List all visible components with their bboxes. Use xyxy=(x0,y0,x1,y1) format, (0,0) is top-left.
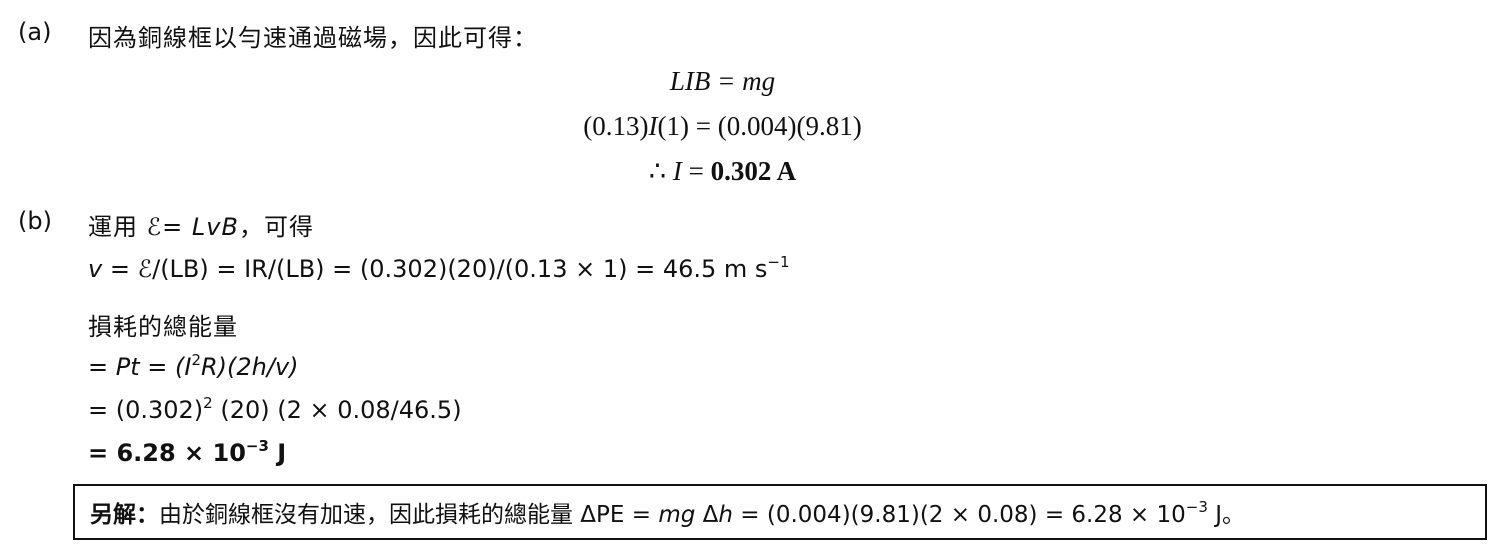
equation-line-2: (0.13)I(1) = (0.004)(9.81) xyxy=(0,111,1445,142)
alt-solution-text: 另解：由於銅線框沒有加速，因此損耗的總能量 ΔPE = mg Δh = (0.0… xyxy=(90,495,1245,529)
alt-delta: Δ xyxy=(695,502,719,528)
equation-3-eq: = xyxy=(688,156,704,186)
alt-mg: mg xyxy=(658,502,696,528)
step2-rest: (20) (2 × 0.08/46.5) xyxy=(212,396,462,424)
part-b-intro: 運用 ℰ= LvB，可得 xyxy=(88,207,314,242)
part-a-intro: 因為銅線框以勻速通過磁場，因此可得： xyxy=(88,24,538,52)
step2-prefix: = (0.302) xyxy=(88,396,204,424)
velocity-line: v = ℰ/(LB) = IR/(LB) = (0.302)(20)/(0.13… xyxy=(88,253,790,284)
velocity-var: v xyxy=(88,255,103,283)
alt-exponent: −3 xyxy=(1185,498,1208,516)
velocity-unit-exponent: −1 xyxy=(767,253,790,271)
emf-formula: ℰ= LvB xyxy=(146,213,239,241)
alt-before: 由於銅線框沒有加速，因此損耗的總能量 ΔPE = xyxy=(159,502,659,528)
energy-heading: 損耗的總能量 xyxy=(88,313,238,341)
alt-end: J。 xyxy=(1207,502,1246,528)
alt-solution-label: 另解： xyxy=(90,502,159,528)
step3-unit: J xyxy=(268,439,287,467)
equation-3-var: I xyxy=(672,156,682,186)
equation-2-right: (1) = (0.004)(9.81) xyxy=(657,111,862,141)
intro-suffix: ，可得 xyxy=(238,213,314,241)
step2-exponent: 2 xyxy=(203,394,213,412)
step1-formula: Pt = (I xyxy=(115,353,192,381)
part-a-label: (a) xyxy=(18,18,52,46)
energy-result: = 6.28 × 10−3 J xyxy=(88,437,287,468)
part-b-label: (b) xyxy=(18,207,52,235)
step3-prefix: = 6.28 × 10 xyxy=(88,439,246,467)
alt-after: = (0.004)(9.81)(2 × 0.08) = 6.28 × 10 xyxy=(732,502,1186,528)
velocity-expression: = ℰ/(LB) = IR/(LB) = (0.302)(20)/(0.13 ×… xyxy=(102,255,768,283)
step1-exponent: 2 xyxy=(191,351,201,369)
step1-prefix: = xyxy=(88,353,116,381)
equation-2-left: (0.13) xyxy=(583,111,649,141)
equation-line-3: ∴ I = 0.302 A xyxy=(0,156,1445,187)
energy-step-1: = Pt = (I2R)(2h/v) xyxy=(88,351,299,382)
alt-h: h xyxy=(718,502,733,528)
current-result: 0.302 A xyxy=(710,156,797,186)
step1-rest: R)(2h/v) xyxy=(201,353,299,381)
equation-2-var: I xyxy=(648,111,658,141)
therefore-symbol: ∴ xyxy=(648,156,667,186)
equation-1-text: LIB = mg xyxy=(669,66,776,96)
equation-line-1: LIB = mg xyxy=(0,66,1445,97)
energy-step-2: = (0.302)2 (20) (2 × 0.08/46.5) xyxy=(88,394,462,425)
intro-prefix: 運用 xyxy=(88,213,138,241)
step3-exponent: −3 xyxy=(245,437,269,455)
